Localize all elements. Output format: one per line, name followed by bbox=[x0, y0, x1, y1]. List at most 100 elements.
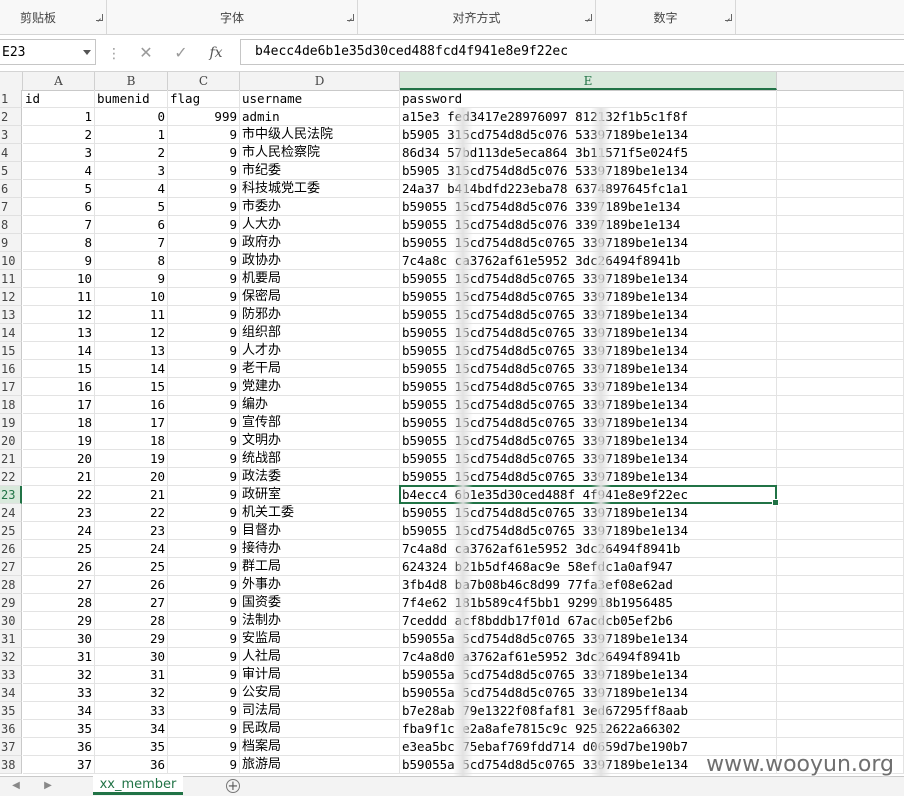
cell-empty[interactable] bbox=[777, 576, 904, 594]
cell-empty[interactable] bbox=[777, 486, 904, 504]
cell-d[interactable]: 机关工委 bbox=[240, 504, 400, 522]
cell-a[interactable]: 6 bbox=[23, 198, 95, 216]
row-header[interactable]: 15 bbox=[0, 342, 22, 360]
cell-e[interactable]: b59055 15cd754d8d5c0765 3397189be1e134 bbox=[400, 288, 777, 306]
cell-e[interactable]: b59055 15cd754d8d5c0765 3397189be1e134 bbox=[400, 378, 777, 396]
sheet-tab-active[interactable]: xx_member bbox=[93, 776, 183, 795]
cell-empty[interactable] bbox=[777, 684, 904, 702]
cell-e[interactable]: password bbox=[400, 90, 777, 108]
chevron-down-icon[interactable] bbox=[83, 50, 91, 55]
cell-e[interactable]: 86d34 57bd113de5eca864 3b11571f5e024f5 bbox=[400, 144, 777, 162]
cell-b[interactable]: 32 bbox=[95, 684, 168, 702]
cell-a[interactable]: 17 bbox=[23, 396, 95, 414]
row-header[interactable]: 28 bbox=[0, 576, 22, 594]
cell-c[interactable]: 9 bbox=[168, 342, 240, 360]
cell-e[interactable]: b59055a 5cd754d8d5c0765 3397189be1e134 bbox=[400, 684, 777, 702]
cell-a[interactable]: 13 bbox=[23, 324, 95, 342]
cell-empty[interactable] bbox=[777, 630, 904, 648]
cell-c[interactable]: 9 bbox=[168, 432, 240, 450]
cell-d[interactable]: 科技城党工委 bbox=[240, 180, 400, 198]
cell-e[interactable]: 24a37 b414bdfd223eba78 6374897645fc1a1 bbox=[400, 180, 777, 198]
font-dialog-launcher-icon[interactable] bbox=[347, 14, 354, 21]
cell-b[interactable]: 0 bbox=[95, 108, 168, 126]
cell-b[interactable]: 2 bbox=[95, 144, 168, 162]
cell-a[interactable]: 30 bbox=[23, 630, 95, 648]
cell-empty[interactable] bbox=[777, 252, 904, 270]
cell-d[interactable]: 防邪办 bbox=[240, 306, 400, 324]
cell-empty[interactable] bbox=[777, 522, 904, 540]
cell-b[interactable]: 12 bbox=[95, 324, 168, 342]
cell-empty[interactable] bbox=[777, 666, 904, 684]
cell-e[interactable]: fba9f1c e2a8afe7815c9c 92512622a66302 bbox=[400, 720, 777, 738]
cell-empty[interactable] bbox=[777, 414, 904, 432]
cell-d[interactable]: 司法局 bbox=[240, 702, 400, 720]
column-header-f[interactable] bbox=[777, 72, 904, 90]
cell-a[interactable]: 10 bbox=[23, 270, 95, 288]
row-header[interactable]: 27 bbox=[0, 558, 22, 576]
cell-empty[interactable] bbox=[777, 720, 904, 738]
cell-b[interactable]: 27 bbox=[95, 594, 168, 612]
cell-a[interactable]: 8 bbox=[23, 234, 95, 252]
row-header[interactable]: 4 bbox=[0, 144, 22, 162]
cell-b[interactable]: 7 bbox=[95, 234, 168, 252]
row-header[interactable]: 14 bbox=[0, 324, 22, 342]
cell-a[interactable]: 15 bbox=[23, 360, 95, 378]
check-icon[interactable]: ✓ bbox=[170, 42, 192, 64]
cell-empty[interactable] bbox=[777, 306, 904, 324]
cell-d[interactable]: 审计局 bbox=[240, 666, 400, 684]
cell-b[interactable]: 30 bbox=[95, 648, 168, 666]
cell-b[interactable]: 9 bbox=[95, 270, 168, 288]
row-header[interactable]: 22 bbox=[0, 468, 22, 486]
cell-b[interactable]: 4 bbox=[95, 180, 168, 198]
cell-empty[interactable] bbox=[777, 594, 904, 612]
cell-empty[interactable] bbox=[777, 468, 904, 486]
row-header[interactable]: 35 bbox=[0, 702, 22, 720]
insert-function-button[interactable]: fx bbox=[205, 42, 227, 64]
cell-e[interactable]: b59055a 5cd754d8d5c0765 3397189be1e134 bbox=[400, 666, 777, 684]
cell-e[interactable]: b59055 15cd754d8d5c0765 3397189be1e134 bbox=[400, 396, 777, 414]
cell-e[interactable]: b59055 15cd754d8d5c0765 3397189be1e134 bbox=[400, 432, 777, 450]
cell-d[interactable]: 人大办 bbox=[240, 216, 400, 234]
cell-c[interactable]: 9 bbox=[168, 450, 240, 468]
cell-e[interactable]: 624324 b21b5df468ac9e 58efdc1a0af947 bbox=[400, 558, 777, 576]
cell-c[interactable]: 9 bbox=[168, 414, 240, 432]
cell-b[interactable]: 17 bbox=[95, 414, 168, 432]
cell-c[interactable]: 9 bbox=[168, 144, 240, 162]
cell-d[interactable]: 公安局 bbox=[240, 684, 400, 702]
cell-c[interactable]: 9 bbox=[168, 666, 240, 684]
cell-empty[interactable] bbox=[777, 216, 904, 234]
cell-d[interactable]: 保密局 bbox=[240, 288, 400, 306]
cell-empty[interactable] bbox=[777, 198, 904, 216]
cell-empty[interactable] bbox=[777, 324, 904, 342]
cell-d[interactable]: admin bbox=[240, 108, 400, 126]
row-header[interactable]: 16 bbox=[0, 360, 22, 378]
cell-c[interactable]: 9 bbox=[168, 252, 240, 270]
cell-b[interactable]: 5 bbox=[95, 198, 168, 216]
cell-b[interactable]: 8 bbox=[95, 252, 168, 270]
cell-b[interactable]: 10 bbox=[95, 288, 168, 306]
cell-c[interactable]: 9 bbox=[168, 756, 240, 774]
cell-c[interactable]: 9 bbox=[168, 504, 240, 522]
select-all-corner[interactable] bbox=[0, 72, 23, 90]
cell-d[interactable]: 机要局 bbox=[240, 270, 400, 288]
cell-b[interactable]: 19 bbox=[95, 450, 168, 468]
cell-d[interactable]: 组织部 bbox=[240, 324, 400, 342]
cell-d[interactable]: 民政局 bbox=[240, 720, 400, 738]
row-header[interactable]: 20 bbox=[0, 432, 22, 450]
cell-a[interactable]: 18 bbox=[23, 414, 95, 432]
cell-empty[interactable] bbox=[777, 270, 904, 288]
cell-b[interactable]: 13 bbox=[95, 342, 168, 360]
column-header-a[interactable]: A bbox=[23, 72, 95, 90]
cell-d[interactable]: 文明办 bbox=[240, 432, 400, 450]
plus-circle-icon[interactable]: + bbox=[226, 779, 240, 793]
cell-e[interactable]: 7c4a8c ca3762af61e5952 3dc26494f8941b bbox=[400, 252, 777, 270]
cell-b[interactable]: 28 bbox=[95, 612, 168, 630]
row-header[interactable]: 33 bbox=[0, 666, 22, 684]
cell-a[interactable]: 24 bbox=[23, 522, 95, 540]
cell-a[interactable]: 7 bbox=[23, 216, 95, 234]
cell-c[interactable]: 9 bbox=[168, 684, 240, 702]
cell-empty[interactable] bbox=[777, 612, 904, 630]
cell-d[interactable]: 人社局 bbox=[240, 648, 400, 666]
row-header[interactable]: 26 bbox=[0, 540, 22, 558]
row-header[interactable]: 38 bbox=[0, 756, 22, 774]
